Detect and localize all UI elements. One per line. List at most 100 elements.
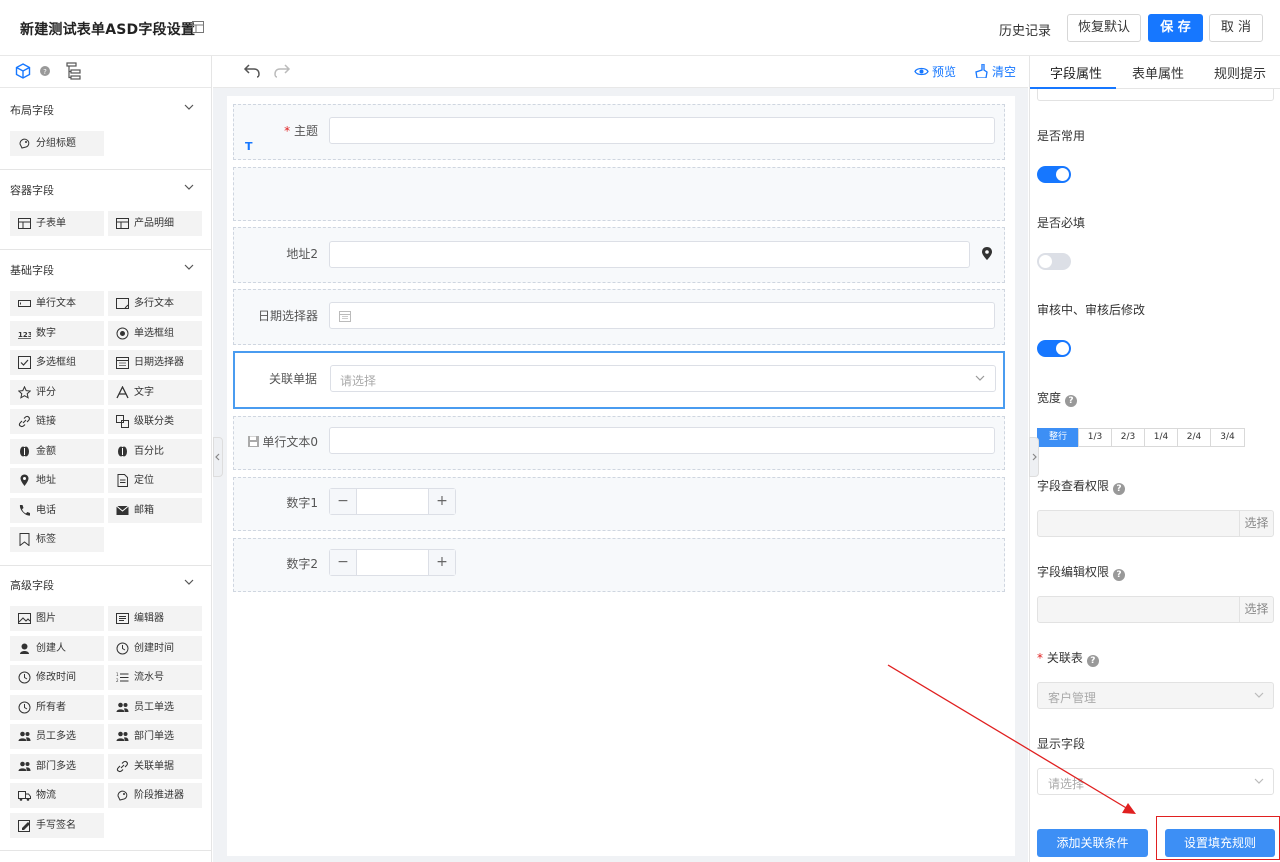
field-row-empty-group[interactable] xyxy=(233,167,1005,221)
palette-item[interactable]: 评分 xyxy=(10,379,104,405)
cancel-button[interactable]: 取 消 xyxy=(1209,14,1263,42)
palette-item[interactable]: 地址 xyxy=(10,468,104,493)
field-row-subject[interactable]: * 主题 T xyxy=(233,104,1005,160)
palette-item[interactable]: 百分比 xyxy=(108,438,202,464)
decrement-button[interactable]: − xyxy=(330,550,357,575)
palette-item[interactable]: 物流 xyxy=(10,783,104,808)
chevron-down-icon[interactable] xyxy=(184,579,194,586)
field-row-date[interactable]: 日期选择器 xyxy=(233,289,1005,345)
palette-item[interactable]: 创建时间 xyxy=(108,635,202,661)
increment-button[interactable]: + xyxy=(428,550,455,575)
broom-icon[interactable] xyxy=(975,64,988,78)
field-row-address[interactable]: 地址2 xyxy=(233,227,1005,283)
tree-icon[interactable] xyxy=(66,62,82,80)
clear-button[interactable]: 清空 xyxy=(992,63,1016,80)
view-permission-input[interactable]: 选择 xyxy=(1037,510,1274,537)
single-text-input[interactable] xyxy=(329,427,995,454)
history-link[interactable]: 历史记录 xyxy=(999,20,1051,39)
display-field-placeholder: 请选择 xyxy=(1048,777,1085,791)
palette-item[interactable]: 多选框组 xyxy=(10,350,104,375)
palette-item[interactable]: 级联分类 xyxy=(108,409,202,434)
eye-icon[interactable] xyxy=(914,66,929,77)
width-option-2-3[interactable]: 2/3 xyxy=(1111,428,1145,447)
palette-item[interactable]: 创建人 xyxy=(10,635,104,661)
palette-item[interactable]: 标签 xyxy=(10,527,104,552)
set-fill-rule-button[interactable]: 设置填充规则 xyxy=(1165,829,1275,857)
clock-icon xyxy=(116,642,129,655)
palette-item[interactable]: 手写签名 xyxy=(10,812,104,838)
address-input[interactable] xyxy=(329,241,970,268)
save-button[interactable]: 保 存 xyxy=(1148,14,1203,42)
collapse-right-handle[interactable] xyxy=(1029,437,1039,477)
collapse-left-handle[interactable] xyxy=(213,437,223,477)
edit-permission-input[interactable]: 选择 xyxy=(1037,596,1274,623)
tag-icon xyxy=(18,533,31,546)
redo-icon[interactable] xyxy=(273,62,291,78)
palette-item[interactable]: 文字 xyxy=(108,379,202,405)
chevron-down-icon[interactable] xyxy=(184,264,194,271)
width-option-1-3[interactable]: 1/3 xyxy=(1078,428,1112,447)
subject-input[interactable] xyxy=(329,117,995,144)
view-permission-select-button[interactable]: 选择 xyxy=(1239,511,1273,536)
required-toggle[interactable] xyxy=(1037,253,1071,270)
width-option-2-4[interactable]: 2/4 xyxy=(1177,428,1211,447)
width-option-1-4[interactable]: 1/4 xyxy=(1144,428,1178,447)
palette-item[interactable]: 单行文本 xyxy=(10,291,104,316)
palette-item[interactable]: 员工单选 xyxy=(108,694,202,720)
help-icon[interactable]: ? xyxy=(40,66,50,76)
palette-item[interactable]: 分组标题 xyxy=(10,131,104,156)
field-row-single-text[interactable]: 单行文本0 xyxy=(233,416,1005,470)
width-label: 宽度? xyxy=(1037,389,1078,407)
palette-item[interactable]: 金额 xyxy=(10,438,104,464)
related-doc-select[interactable]: 请选择 xyxy=(330,365,996,392)
number1-stepper[interactable]: − + xyxy=(329,488,456,515)
field-row-number1[interactable]: 数字1 − + xyxy=(233,477,1005,531)
field-row-number2[interactable]: 数字2 − + xyxy=(233,538,1005,592)
width-option-3-4[interactable]: 3/4 xyxy=(1210,428,1245,447)
palette-item[interactable]: 修改时间 xyxy=(10,665,104,690)
palette-item[interactable]: 子表单 xyxy=(10,211,104,236)
palette-item[interactable]: 定位 xyxy=(108,468,202,493)
preview-button[interactable]: 预览 xyxy=(932,63,956,80)
edit-permission-select-button[interactable]: 选择 xyxy=(1239,597,1273,622)
palette-item[interactable]: 关联单据 xyxy=(108,753,202,779)
palette-item[interactable]: 阶段推进器 xyxy=(108,783,202,808)
common-toggle[interactable] xyxy=(1037,166,1071,183)
palette-item[interactable]: 多行文本 xyxy=(108,291,202,316)
number2-stepper[interactable]: − + xyxy=(329,549,456,576)
palette-item[interactable]: 1 2 流水号 xyxy=(108,665,202,690)
width-option-full[interactable]: 整行 xyxy=(1037,428,1079,447)
restore-default-button[interactable]: 恢复默认 xyxy=(1067,14,1141,42)
chevron-down-icon[interactable] xyxy=(184,104,194,111)
palette-item[interactable]: 所有者 xyxy=(10,694,104,720)
palette-item[interactable]: 单选框组 xyxy=(108,320,202,346)
palette-item[interactable]: 日期选择器 xyxy=(108,350,202,375)
truncated-input[interactable] xyxy=(1037,89,1274,101)
field-row-related-doc[interactable]: 关联单据 请选择 xyxy=(233,351,1005,409)
palette-item[interactable]: 部门单选 xyxy=(108,724,202,749)
palette-item[interactable]: 邮箱 xyxy=(108,497,202,523)
palette-item[interactable]: 123 数字 xyxy=(10,320,104,346)
palette-item[interactable]: 编辑器 xyxy=(108,606,202,631)
chevron-down-icon[interactable] xyxy=(184,184,194,191)
increment-button[interactable]: + xyxy=(428,489,455,514)
add-condition-button[interactable]: 添加关联条件 xyxy=(1037,829,1148,857)
decrement-button[interactable]: − xyxy=(330,489,357,514)
date-input[interactable] xyxy=(329,302,995,329)
palette-item[interactable]: 电话 xyxy=(10,497,104,523)
undo-icon[interactable] xyxy=(243,62,261,78)
display-field-select[interactable]: 请选择 xyxy=(1037,768,1274,795)
tab-field-properties[interactable]: 字段属性 xyxy=(1050,63,1102,82)
layout-icon[interactable] xyxy=(192,21,204,33)
palette-item[interactable]: 链接 xyxy=(10,409,104,434)
assoc-table-select[interactable]: 客户管理 xyxy=(1037,682,1274,709)
edit-after-review-toggle[interactable] xyxy=(1037,340,1071,357)
tab-form-properties[interactable]: 表单属性 xyxy=(1132,63,1184,82)
location-pin-icon[interactable] xyxy=(982,247,992,260)
palette-item[interactable]: 图片 xyxy=(10,606,104,631)
cube-icon[interactable] xyxy=(15,63,31,79)
palette-item[interactable]: 部门多选 xyxy=(10,753,104,779)
palette-item[interactable]: 员工多选 xyxy=(10,724,104,749)
palette-item[interactable]: 产品明细 xyxy=(108,211,202,236)
tab-rule-hints[interactable]: 规则提示 xyxy=(1214,63,1266,82)
